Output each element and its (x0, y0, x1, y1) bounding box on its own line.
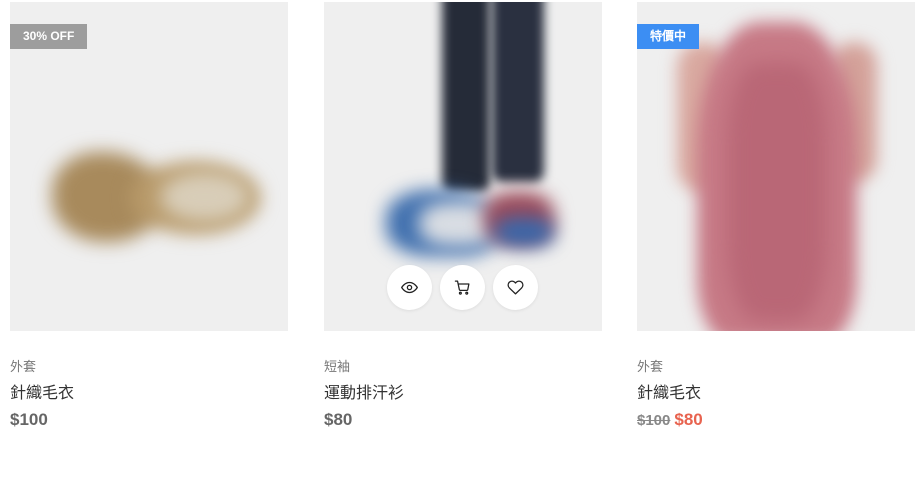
original-price: $100 (637, 412, 671, 429)
heart-icon (507, 280, 524, 295)
cart-icon (454, 280, 470, 295)
quick-view-button[interactable] (387, 265, 432, 310)
sale-price: $80 (674, 410, 703, 429)
sale-badge: 特價中 (637, 24, 700, 49)
product-name[interactable]: 運動排汗衫 (324, 382, 602, 404)
eye-icon (401, 281, 418, 294)
product-card[interactable]: 特價中 外套 針織毛衣 $100 $80 (637, 2, 915, 431)
product-category: 外套 (637, 360, 664, 375)
wishlist-button[interactable] (493, 265, 538, 310)
product-price: $100 (10, 410, 48, 429)
product-card[interactable]: 30% OFF 外套 針織毛衣 $100 (10, 2, 288, 431)
product-price-group: $100 $80 (637, 409, 915, 431)
product-name[interactable]: 針織毛衣 (637, 382, 915, 404)
product-card[interactable]: 短袖 運動排汗衫 $80 (324, 2, 602, 431)
product-category: 短袖 (324, 360, 351, 375)
add-to-cart-button[interactable] (440, 265, 485, 310)
product-image[interactable] (324, 2, 602, 331)
product-name[interactable]: 針織毛衣 (10, 382, 288, 404)
discount-badge: 30% OFF (10, 24, 88, 49)
product-image[interactable]: 30% OFF (10, 2, 288, 331)
product-price: $80 (324, 410, 353, 429)
product-image[interactable]: 特價中 (637, 2, 915, 331)
product-actions (387, 265, 538, 310)
product-category: 外套 (10, 360, 37, 375)
